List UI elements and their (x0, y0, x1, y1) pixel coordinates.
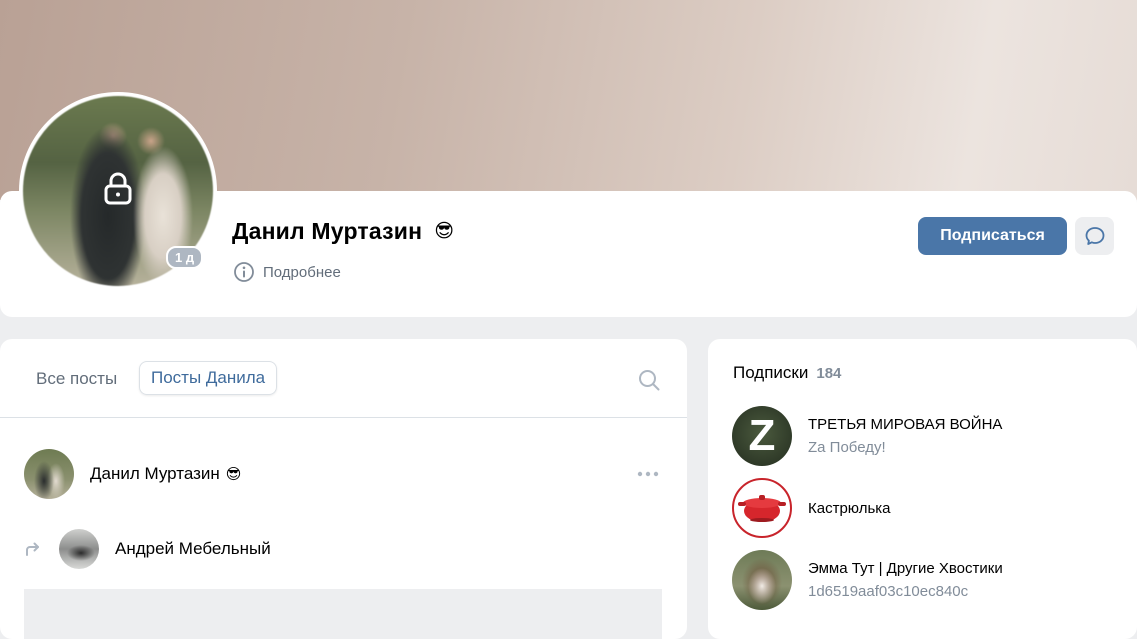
post-author-emoji: 😎 (225, 466, 242, 483)
repost-row: Андрей Мебельный (24, 529, 271, 569)
wall-feed: Все посты Посты Данила Данил Муртазин 😎 А… (0, 339, 687, 639)
subscription-description: Za Победу! (808, 439, 886, 456)
search-icon[interactable] (638, 369, 660, 391)
subscription-avatar (732, 550, 792, 610)
post-author-name[interactable]: Данил Муртазин (90, 464, 220, 483)
repost-icon (26, 542, 39, 556)
lock-icon (104, 172, 132, 205)
details-link[interactable]: Подробнее (233, 261, 341, 283)
repost-author-avatar[interactable] (59, 529, 99, 569)
subscription-name: Эмма Тут | Другие Хвостики (808, 560, 1003, 577)
subscription-avatar: Z (732, 406, 792, 466)
subscriptions-header[interactable]: Подписки 184 (733, 363, 841, 383)
subscriptions-count: 184 (816, 365, 842, 382)
subscribe-button[interactable]: Подписаться (918, 217, 1067, 255)
subscription-name: Кастрюлька (808, 499, 891, 517)
tab-all-posts[interactable]: Все посты (36, 369, 117, 389)
post-media[interactable] (24, 589, 662, 639)
tab-own-posts[interactable]: Посты Данила (139, 361, 278, 395)
more-options-icon[interactable] (636, 470, 660, 478)
profile-avatar-container[interactable]: 1 д (19, 92, 217, 290)
message-icon (1085, 227, 1104, 245)
subscription-item[interactable]: Z ТРЕТЬЯ МИРОВАЯ ВОЙНА Za Победу! (732, 406, 1002, 466)
subscription-description: 1d6519aaf03c10ec840c (808, 583, 969, 600)
wall-tabs: Все посты Посты Данила (0, 339, 687, 418)
subscription-avatar (732, 478, 792, 538)
subscriptions-title: Подписки (733, 363, 809, 382)
page-title: Данил Муртазин (232, 218, 423, 244)
info-icon (234, 262, 254, 282)
subscriptions-block: Подписки 184 Z ТРЕТЬЯ МИРОВАЯ ВОЙНА Za П… (708, 339, 1137, 639)
post-author-avatar[interactable] (24, 449, 74, 499)
subscription-item[interactable]: Кастрюлька (732, 478, 891, 538)
status-badge: 1 д (166, 246, 204, 269)
status-emoji: 😎 (434, 221, 455, 242)
subscription-avatar-letter: Z (748, 411, 776, 460)
details-label: Подробнее (263, 263, 341, 281)
repost-author-name[interactable]: Андрей Мебельный (115, 539, 271, 559)
subscription-name: ТРЕТЬЯ МИРОВАЯ ВОЙНА (808, 416, 1003, 433)
pot-icon (738, 495, 786, 522)
profile-name-row: Данил Муртазин 😎 (232, 218, 454, 245)
message-button[interactable] (1075, 217, 1114, 255)
post-header: Данил Муртазин 😎 (24, 449, 241, 499)
subscription-item[interactable]: Эмма Тут | Другие Хвостики 1d6519aaf03c1… (732, 550, 1003, 610)
